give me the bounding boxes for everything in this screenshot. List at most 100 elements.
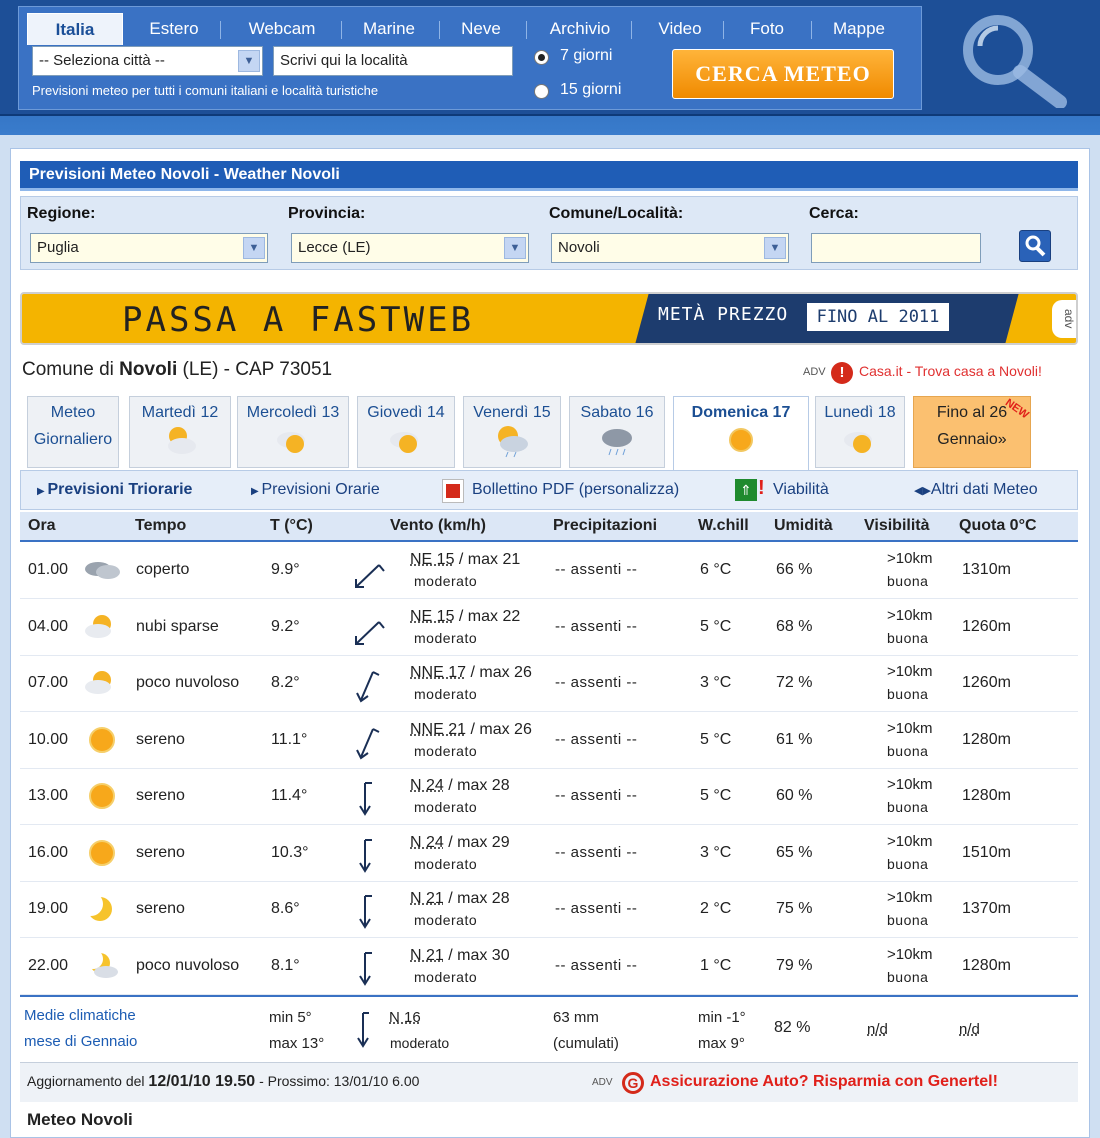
col-visibilita: Visibilità [864,517,930,534]
cell-wind-chill: 3 °C [700,674,732,691]
radio-7-giorni[interactable] [534,50,549,65]
cell-ora: 01.00 [28,561,69,578]
cell-vento: NE 15 / max 21 [410,551,521,568]
tab-webcam[interactable]: Webcam [227,15,337,43]
tab-archivio[interactable]: Archivio [535,15,625,43]
wind-arrow-icon [359,951,372,986]
search-button[interactable]: CERCA METEO [672,49,894,99]
cell-visibilita-2: buona [887,968,929,985]
sun-cloud-icon [168,427,196,454]
sun-icon [729,428,753,452]
cell-temperatura: 11.4° [271,787,308,804]
cell-temperatura: 11.1° [271,730,308,748]
cell-tempo: poco nuvoloso [136,956,240,974]
medie-link-2[interactable]: mese di Gennaio [24,1033,137,1050]
adv-label: ADV [803,366,826,378]
cell-tempo: sereno [136,730,185,748]
genertel-ad-link[interactable]: Assicurazione Auto? Risparmia con Genert… [650,1073,998,1091]
comune-name: Novoli [119,359,178,380]
tab-mappe[interactable]: Mappe [819,15,899,43]
tab-giovedi-14[interactable]: Giovedì 14 [357,396,455,468]
cell-vento-forza: moderato [414,686,478,702]
cell-ora: 19.00 [28,900,69,917]
cell-quota: 1260m [962,617,1011,635]
tab-domenica-17[interactable]: Domenica 17 [673,396,809,472]
tab-fino-al-26[interactable]: Fino al 26 Gennaio» NEW [913,396,1031,468]
cell-temperatura: 10.3° [271,843,309,861]
tab-foto[interactable]: Foto [731,15,803,43]
cell-vento-forza: moderato [414,799,478,815]
avg-wind: N 16 [389,1009,421,1026]
radio-7-label: 7 giorni [560,47,613,64]
col-ora: Ora [28,517,56,534]
banner-price: METÀ PREZZO [658,304,789,325]
tab-label: Giovedì 14 [367,404,445,421]
sun-icon [89,726,115,753]
col-tempo: Tempo [135,517,187,534]
cell-quota: 1280m [962,730,1011,748]
cell-vento-forza: moderato [414,855,478,872]
link-previsioni-orarie[interactable]: ▶ Previsioni Orarie [251,481,380,499]
tab-label: Sabato 16 [580,404,654,421]
link-previsioni-triorarie[interactable]: ▶ Previsioni Triorarie [37,481,192,499]
banner-until: FINO AL 2011 [807,303,949,331]
comune-select[interactable]: Novoli ▼ [551,233,789,263]
footer-title: Meteo Novoli [27,1110,133,1129]
search-submit-button[interactable] [1019,230,1051,262]
tab-estero[interactable]: Estero [131,15,217,43]
forecast-subnav: ▶ Previsioni Triorarie ▶ Previsioni Orar… [20,470,1078,510]
tab-mercoledi-13[interactable]: Mercoledì 13 [237,396,349,468]
wind-arrow-icon [359,782,372,816]
search-subtitle: Previsioni meteo per tutti i comuni ital… [32,83,379,98]
tab-lunedi-18[interactable]: Lunedì 18 [815,396,905,468]
tab-sabato-16[interactable]: Sabato 16 [569,396,665,468]
cell-ora: 13.00 [28,787,69,804]
avg-wind-force: moderato [390,1035,450,1051]
link-bollettino-pdf[interactable]: Bollettino PDF (personalizza) [472,481,679,499]
tab-video[interactable]: Video [643,15,717,43]
table-row: 10.00 sereno 11.1° NNE 21 / max 26 moder… [20,713,1078,769]
cell-precipitazioni: -- assenti -- [555,843,638,861]
comune-value: Novoli [558,239,600,256]
place-input[interactable]: Scrivi qui la località [273,46,513,76]
avg-visibilita: n/d [867,1021,888,1038]
cell-wind-chill: 2 °C [700,900,732,917]
provincia-select[interactable]: Lecce (LE) ▼ [291,233,529,263]
cell-umidita: 75 % [776,900,813,917]
cerca-input[interactable] [811,233,981,263]
cell-ora: 10.00 [28,730,69,748]
city-select[interactable]: -- Seleziona città -- ▼ [32,46,263,76]
chevron-down-icon: ▼ [243,237,265,259]
fastweb-banner[interactable]: PASSA A FASTWEB METÀ PREZZO FINO AL 2011… [20,292,1078,345]
cell-quota: 1280m [962,956,1011,974]
link-viabilita[interactable]: Viabilità [773,481,829,499]
top-navigation-bar: Italia Estero Webcam Marine Neve Archivi… [0,0,1100,116]
cell-vento: NNE 21 / max 26 [410,720,532,738]
cell-temperatura: 8.2° [271,674,300,691]
tab-neve[interactable]: Neve [447,15,515,43]
tab-meteo-giornaliero[interactable]: Meteo Giornaliero [27,396,119,468]
table-row: 01.00 coperto 9.9° NE 15 / max 21 modera… [20,543,1078,599]
tab-martedi-12[interactable]: Martedì 12 [129,396,231,468]
adv-label: ADV [592,1077,613,1088]
cell-wind-chill: 3 °C [700,843,732,861]
alert-icon: ! [758,477,765,499]
cell-quota: 1370m [962,900,1011,917]
cell-tempo: nubi sparse [136,617,219,635]
casa-logo-icon: ! [831,362,853,384]
cell-ora: 16.00 [28,843,69,861]
casa-ad-link[interactable]: Casa.it - Trova casa a Novoli! [859,363,1042,379]
medie-link[interactable]: Medie climatiche [24,1007,136,1024]
tab-venerdi-15[interactable]: Venerdì 15 [463,396,561,468]
link-altri-dati[interactable]: ◀▶Altri dati Meteo [914,481,1038,499]
radio-15-label: 15 giorni [560,81,622,98]
cell-wind-chill: 5 °C [700,617,732,635]
avg-wc-max: max 9° [698,1035,745,1052]
regione-select[interactable]: Puglia ▼ [30,233,268,263]
avg-wc-min: min -1° [698,1009,746,1026]
tab-italia[interactable]: Italia [27,13,123,45]
radio-15-giorni[interactable] [534,84,549,99]
tab-marine[interactable]: Marine [349,15,429,43]
table-row: 07.00 poco nuvoloso 8.2° NNE 17 / max 26… [20,656,1078,712]
cell-vento-forza: moderato [414,573,478,589]
